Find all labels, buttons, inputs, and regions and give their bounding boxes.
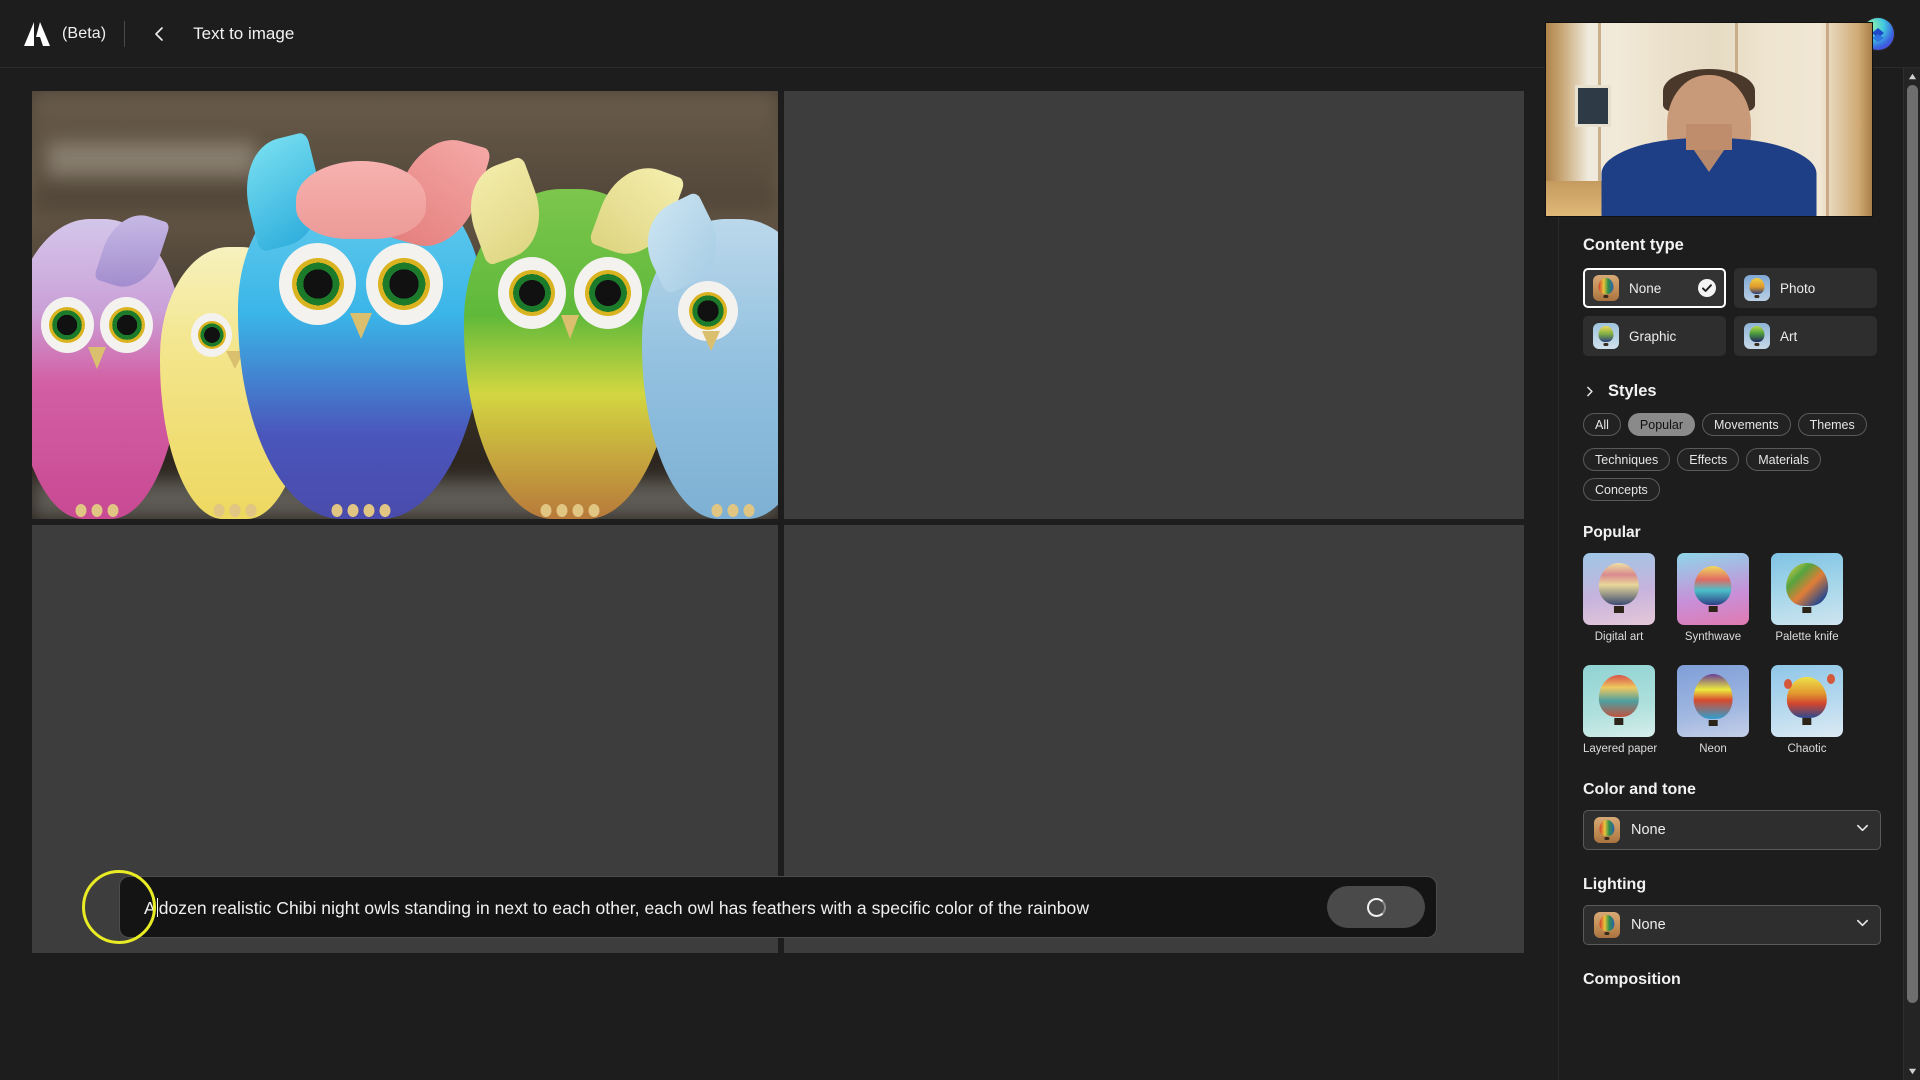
header-divider — [124, 20, 126, 47]
prompt-text-after-caret: dozen realistic Chibi night owls standin… — [158, 898, 1090, 918]
balloon-thumbnail-icon — [1744, 275, 1770, 301]
color-and-tone-value: None — [1631, 822, 1666, 838]
style-item-synthwave[interactable]: Synthwave — [1677, 553, 1749, 643]
style-item-chaotic[interactable]: Chaotic — [1771, 665, 1843, 755]
filter-chip-popular[interactable]: Popular — [1627, 413, 1695, 436]
generate-button[interactable] — [1327, 886, 1425, 928]
webcam-person-vneck — [1687, 140, 1731, 172]
result-tile-empty-2[interactable] — [784, 91, 1524, 519]
style-caption: Neon — [1699, 743, 1727, 755]
style-item-neon[interactable]: Neon — [1677, 665, 1749, 755]
result-tile-generated[interactable] — [32, 91, 778, 519]
chevron-right-icon — [1587, 386, 1593, 397]
check-icon — [1702, 284, 1712, 292]
style-thumbnail — [1771, 665, 1843, 737]
prompt-input[interactable]: Adozen realistic Chibi night owls standi… — [120, 895, 1327, 919]
balloon-thumbnail-icon — [1594, 817, 1620, 843]
styles-title: Styles — [1608, 382, 1657, 400]
style-item-palette-knife[interactable]: Palette knife — [1771, 553, 1843, 643]
styles-filter-row-2: Techniques Effects Materials Concepts — [1583, 448, 1883, 501]
style-caption: Chaotic — [1787, 743, 1827, 755]
prompt-bar[interactable]: Adozen realistic Chibi night owls standi… — [119, 876, 1437, 938]
scrollbar-thumb[interactable] — [1907, 85, 1918, 1003]
style-thumbnail — [1583, 665, 1655, 737]
style-item-layered-paper[interactable]: Layered paper — [1583, 665, 1658, 755]
style-item-digital-art[interactable]: Digital art — [1583, 553, 1655, 643]
styles-section-header[interactable]: Styles — [1583, 382, 1883, 401]
generated-image — [32, 91, 778, 519]
balloon-thumbnail-icon — [1593, 323, 1619, 349]
beta-label: (Beta) — [62, 24, 107, 42]
caret-down-icon — [1908, 1068, 1917, 1075]
panel-scrollbar[interactable] — [1903, 68, 1920, 1080]
filter-chip-concepts[interactable]: Concepts — [1583, 478, 1660, 501]
lighting-title: Lighting — [1583, 876, 1647, 893]
content-type-option-photo[interactable]: Photo — [1734, 268, 1877, 308]
style-caption: Palette knife — [1775, 631, 1839, 643]
balloon-thumbnail-icon — [1594, 912, 1620, 938]
style-thumbnail — [1583, 553, 1655, 625]
text-caret — [156, 898, 158, 917]
caret-up-icon — [1908, 73, 1917, 80]
content-type-option-none[interactable]: None — [1583, 268, 1726, 308]
content-type-label-none: None — [1629, 280, 1662, 296]
composition-title: Composition — [1583, 971, 1681, 988]
adobe-logo — [24, 21, 50, 46]
chevron-down-icon — [1855, 915, 1870, 935]
content-type-option-art[interactable]: Art — [1734, 316, 1877, 356]
page-title: Text to image — [193, 23, 295, 43]
chevron-left-icon — [155, 26, 163, 41]
color-and-tone-select[interactable]: None — [1583, 810, 1881, 850]
balloon-thumbnail-icon — [1744, 323, 1770, 349]
loading-spinner-icon — [1366, 897, 1386, 917]
style-thumbnail — [1677, 665, 1749, 737]
content-type-label-art: Art — [1780, 328, 1798, 344]
popular-group-title: Popular — [1583, 524, 1641, 541]
filter-chip-effects[interactable]: Effects — [1677, 448, 1740, 471]
content-type-label-photo: Photo — [1780, 280, 1816, 296]
content-type-label-graphic: Graphic — [1629, 328, 1677, 344]
chevron-down-icon — [1855, 820, 1870, 840]
prompt-text-before-caret: A — [144, 898, 156, 918]
filter-chip-movements[interactable]: Movements — [1702, 413, 1791, 436]
style-caption: Synthwave — [1684, 631, 1742, 643]
styles-filter-row-1: All Popular Movements Themes — [1583, 413, 1883, 436]
style-caption: Digital art — [1594, 631, 1644, 643]
lighting-select[interactable]: None — [1583, 905, 1881, 945]
webcam-wall-picture — [1575, 84, 1612, 128]
content-type-option-graphic[interactable]: Graphic — [1583, 316, 1726, 356]
scrollbar-up-arrow[interactable] — [1904, 68, 1920, 85]
settings-panel: Content type None Photo Graphic Art Styl… — [1558, 68, 1920, 1080]
results-grid — [32, 91, 1524, 953]
style-caption: Layered paper — [1583, 743, 1658, 755]
scrollbar-down-arrow[interactable] — [1904, 1063, 1920, 1080]
content-type-title: Content type — [1583, 236, 1684, 254]
filter-chip-techniques[interactable]: Techniques — [1583, 448, 1671, 471]
webcam-door-edge — [1826, 23, 1830, 216]
lighting-value: None — [1631, 917, 1666, 933]
style-thumbnail — [1677, 553, 1749, 625]
color-and-tone-title: Color and tone — [1583, 781, 1696, 798]
style-thumbnail — [1771, 553, 1843, 625]
filter-chip-all[interactable]: All — [1583, 413, 1621, 436]
content-type-options: None Photo Graphic Art — [1583, 268, 1883, 356]
back-button[interactable] — [145, 19, 175, 49]
app-root: (Beta) Text to image A dozen realistic C… — [0, 0, 1920, 1080]
filter-chip-materials[interactable]: Materials — [1746, 448, 1821, 471]
selected-check-icon — [1698, 279, 1716, 297]
balloon-thumbnail-icon — [1593, 275, 1619, 301]
results-canvas: Adozen realistic Chibi night owls standi… — [0, 68, 1558, 966]
webcam-overlay[interactable] — [1546, 23, 1872, 216]
filter-chip-themes[interactable]: Themes — [1797, 413, 1867, 436]
style-grid: Digital art Synthwave Palette knife Laye… — [1583, 553, 1883, 755]
